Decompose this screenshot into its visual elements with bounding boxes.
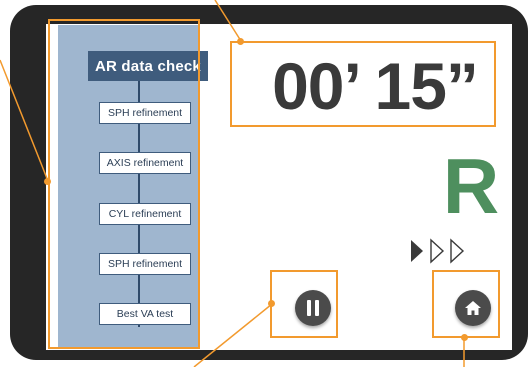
annotation-dot (237, 38, 244, 45)
annotation-dot (44, 178, 51, 185)
annotation-dot (268, 300, 275, 307)
annotation-dot (461, 334, 468, 341)
annotation-leader-lines (0, 0, 465, 367)
